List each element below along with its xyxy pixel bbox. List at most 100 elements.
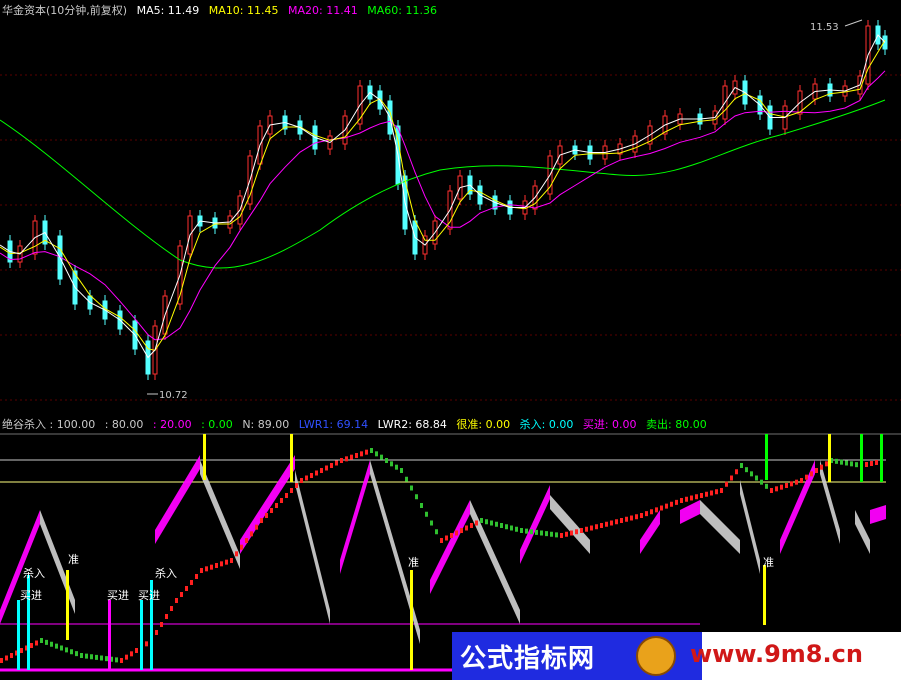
high-price-marker: 11.53 xyxy=(810,19,863,33)
ribbon-segment xyxy=(155,455,200,544)
step-dot xyxy=(570,530,573,536)
step-dot xyxy=(815,468,818,473)
step-dot xyxy=(715,489,718,495)
high-price-label: 11.53 xyxy=(810,22,839,33)
step-dot xyxy=(525,528,528,534)
step-dot xyxy=(480,518,483,523)
ribbon-segment xyxy=(550,495,590,554)
step-dot xyxy=(265,513,268,518)
signal-bar xyxy=(140,600,143,670)
step-dot xyxy=(300,478,303,483)
step-dot xyxy=(415,494,418,500)
step-dot xyxy=(35,640,38,646)
step-dot xyxy=(145,641,148,647)
step-dot xyxy=(790,481,793,487)
ma5-line xyxy=(0,34,886,359)
step-dot xyxy=(400,468,403,473)
ribbon-segment xyxy=(430,500,470,594)
step-dot xyxy=(575,529,578,535)
signal-bar xyxy=(66,570,69,640)
step-dot xyxy=(600,523,603,528)
step-dot xyxy=(380,454,383,460)
step-dot xyxy=(240,544,243,550)
step-dot xyxy=(0,658,3,663)
step-dot xyxy=(55,643,58,649)
step-dot xyxy=(40,638,43,643)
step-dot xyxy=(855,462,858,468)
step-dot xyxy=(65,647,68,653)
step-dot xyxy=(260,518,263,523)
step-dot xyxy=(135,648,138,653)
ribbon-segment xyxy=(855,510,870,554)
step-dot xyxy=(605,521,608,527)
step-dot xyxy=(440,538,443,543)
step-dot xyxy=(235,551,238,557)
step-dot xyxy=(365,449,368,455)
step-dot xyxy=(30,643,33,648)
step-dot xyxy=(505,524,508,530)
signal-bar xyxy=(290,434,293,482)
step-dot xyxy=(485,519,488,525)
ribbon-segment xyxy=(870,505,886,524)
step-dot xyxy=(520,528,523,533)
step-dot xyxy=(245,538,248,543)
step-dot xyxy=(10,653,13,658)
step-dot xyxy=(360,451,363,457)
step-dot xyxy=(555,532,558,538)
step-dot xyxy=(270,508,273,513)
step-dot xyxy=(820,464,823,470)
step-dot xyxy=(350,454,353,460)
step-dot xyxy=(465,525,468,531)
signal-bar xyxy=(108,600,111,670)
step-dot xyxy=(125,654,128,660)
step-dot xyxy=(285,493,288,498)
step-dot xyxy=(565,531,568,537)
candlesticks xyxy=(7,20,888,380)
signal-bar xyxy=(860,434,863,482)
step-dot xyxy=(755,475,758,481)
step-dot xyxy=(410,485,413,491)
step-dot xyxy=(835,458,838,464)
step-dot xyxy=(545,531,548,537)
step-dot xyxy=(665,503,668,509)
step-dot xyxy=(750,471,753,477)
step-dot xyxy=(585,526,588,532)
step-dot xyxy=(370,448,373,453)
step-dot xyxy=(590,525,593,531)
step-dot xyxy=(810,471,813,477)
step-dot xyxy=(745,467,748,473)
step-dot xyxy=(475,520,478,526)
step-dot xyxy=(845,460,848,466)
step-dot xyxy=(5,655,8,661)
step-dot xyxy=(515,526,518,532)
signal-label: 准 xyxy=(68,553,79,566)
signal-label: 准 xyxy=(408,556,419,569)
step-dot xyxy=(805,474,808,480)
step-dot xyxy=(20,648,23,653)
step-dot xyxy=(335,460,338,466)
step-dot xyxy=(560,533,563,538)
signal-bar xyxy=(410,570,413,670)
signal-label: 买进 xyxy=(107,589,129,602)
step-dot xyxy=(660,505,663,511)
step-dot xyxy=(735,469,738,475)
step-dot xyxy=(430,520,433,526)
step-dot xyxy=(455,530,458,536)
step-dot xyxy=(730,475,733,481)
step-dot xyxy=(175,598,178,603)
step-dot xyxy=(375,451,378,457)
step-dot xyxy=(155,630,158,635)
step-dot xyxy=(720,488,723,493)
step-dot xyxy=(645,511,648,517)
signal-label: 杀入 xyxy=(155,566,177,580)
step-dot xyxy=(800,478,803,483)
red-step-series xyxy=(0,448,883,663)
step-dot xyxy=(825,461,828,467)
step-dot xyxy=(540,530,543,536)
step-dot xyxy=(580,528,583,533)
watermark-url: www.9m8.cn xyxy=(690,640,863,668)
ribbon-segment xyxy=(740,480,760,574)
step-dot xyxy=(610,520,613,526)
step-dot xyxy=(490,520,493,526)
step-dot xyxy=(700,493,703,498)
